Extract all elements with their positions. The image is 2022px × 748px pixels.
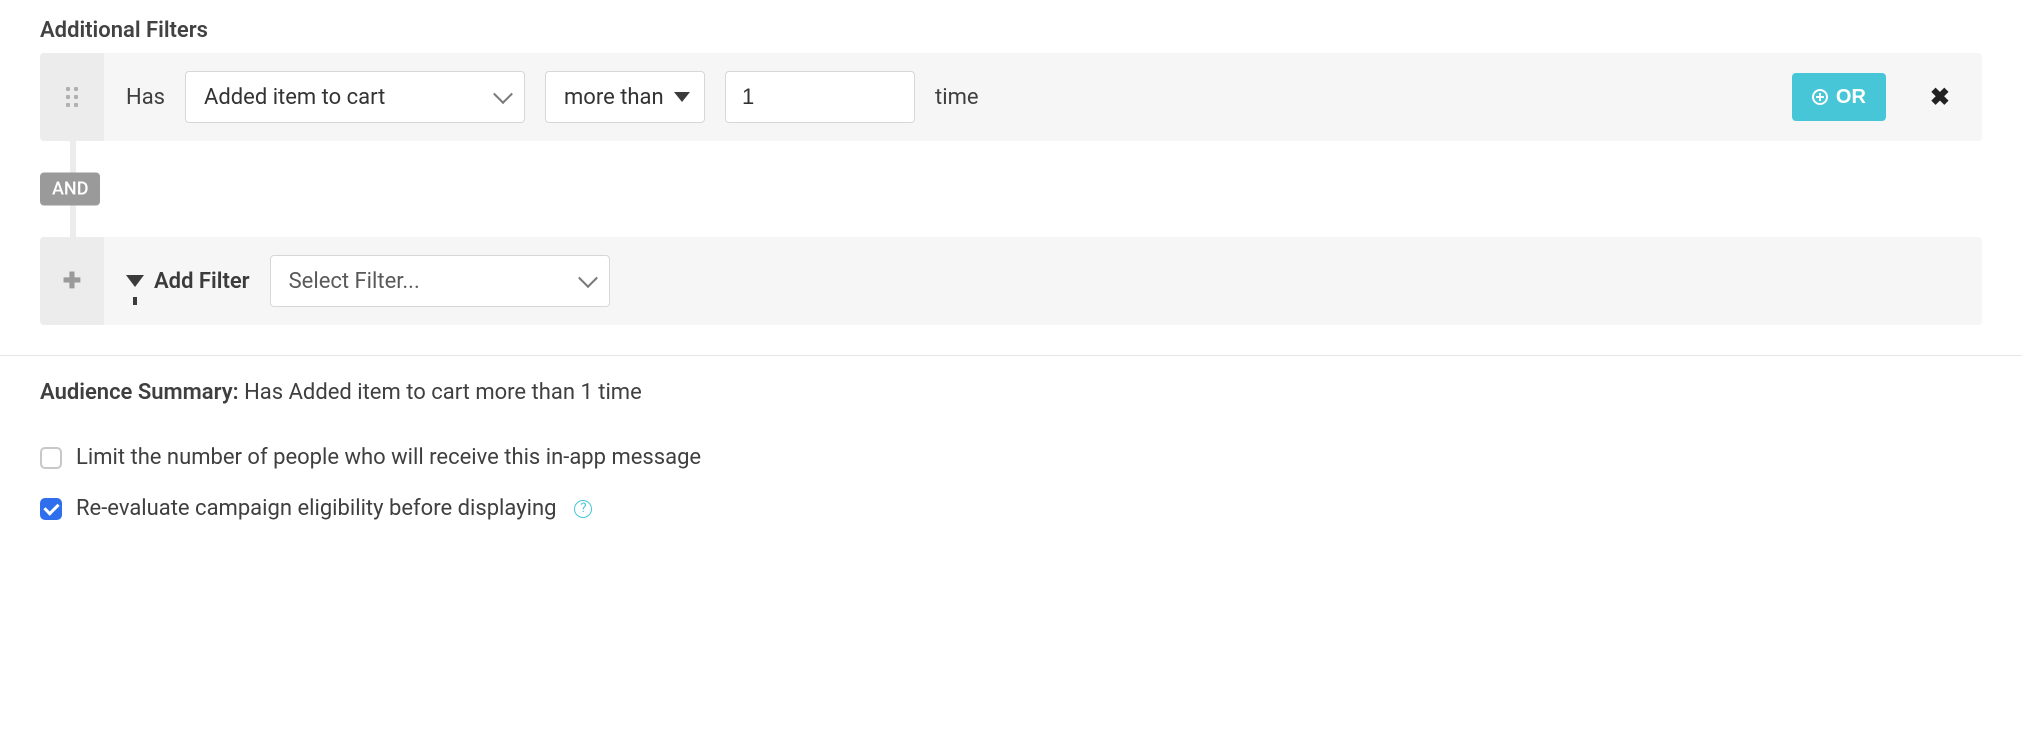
and-chip: AND: [40, 173, 100, 206]
filter-prefix: Has: [126, 85, 165, 110]
filter-icon: [126, 275, 144, 287]
comparator-select-value: more than: [564, 85, 664, 110]
add-filter-label: Add Filter: [126, 269, 250, 294]
drag-handle-icon: [66, 87, 78, 107]
summary-text: Has Added item to cart more than 1 time: [244, 380, 642, 405]
plus-circle-icon: [1812, 89, 1828, 105]
help-icon[interactable]: ?: [574, 500, 592, 518]
or-button-label: OR: [1836, 86, 1866, 109]
limit-checkbox-label: Limit the number of people who will rece…: [76, 445, 701, 470]
count-input[interactable]: [725, 71, 915, 123]
filter-row: Has Added item to cart more than time OR…: [40, 53, 1982, 141]
reevaluate-checkbox-row: Re-evaluate campaign eligibility before …: [40, 496, 1982, 521]
plus-icon: ✚: [63, 269, 81, 294]
add-filter-row: ✚ Add Filter Select Filter...: [40, 237, 1982, 325]
comparator-select[interactable]: more than: [545, 71, 705, 123]
or-button[interactable]: OR: [1792, 73, 1886, 121]
connector: AND: [40, 141, 1982, 237]
summary-label: Audience Summary:: [40, 380, 239, 405]
remove-filter-button[interactable]: ✖: [1930, 83, 1950, 111]
divider: [0, 355, 2022, 356]
select-filter-placeholder: Select Filter...: [289, 269, 420, 294]
limit-checkbox-row: Limit the number of people who will rece…: [40, 445, 1982, 470]
reevaluate-checkbox-label: Re-evaluate campaign eligibility before …: [76, 496, 556, 521]
chevron-down-icon: [493, 84, 513, 104]
filter-suffix: time: [935, 85, 979, 110]
limit-checkbox[interactable]: [40, 447, 62, 469]
section-title: Additional Filters: [40, 18, 1982, 43]
chevron-down-icon: [578, 268, 598, 288]
drag-handle[interactable]: [40, 53, 104, 141]
caret-down-icon: [674, 92, 690, 102]
audience-summary: Audience Summary: Has Added item to cart…: [40, 380, 1982, 405]
reevaluate-checkbox[interactable]: [40, 498, 62, 520]
event-select[interactable]: Added item to cart: [185, 71, 525, 123]
event-select-value: Added item to cart: [204, 85, 385, 110]
add-filter-text: Add Filter: [154, 269, 250, 294]
add-filter-handle[interactable]: ✚: [40, 237, 104, 325]
select-filter-dropdown[interactable]: Select Filter...: [270, 255, 610, 307]
